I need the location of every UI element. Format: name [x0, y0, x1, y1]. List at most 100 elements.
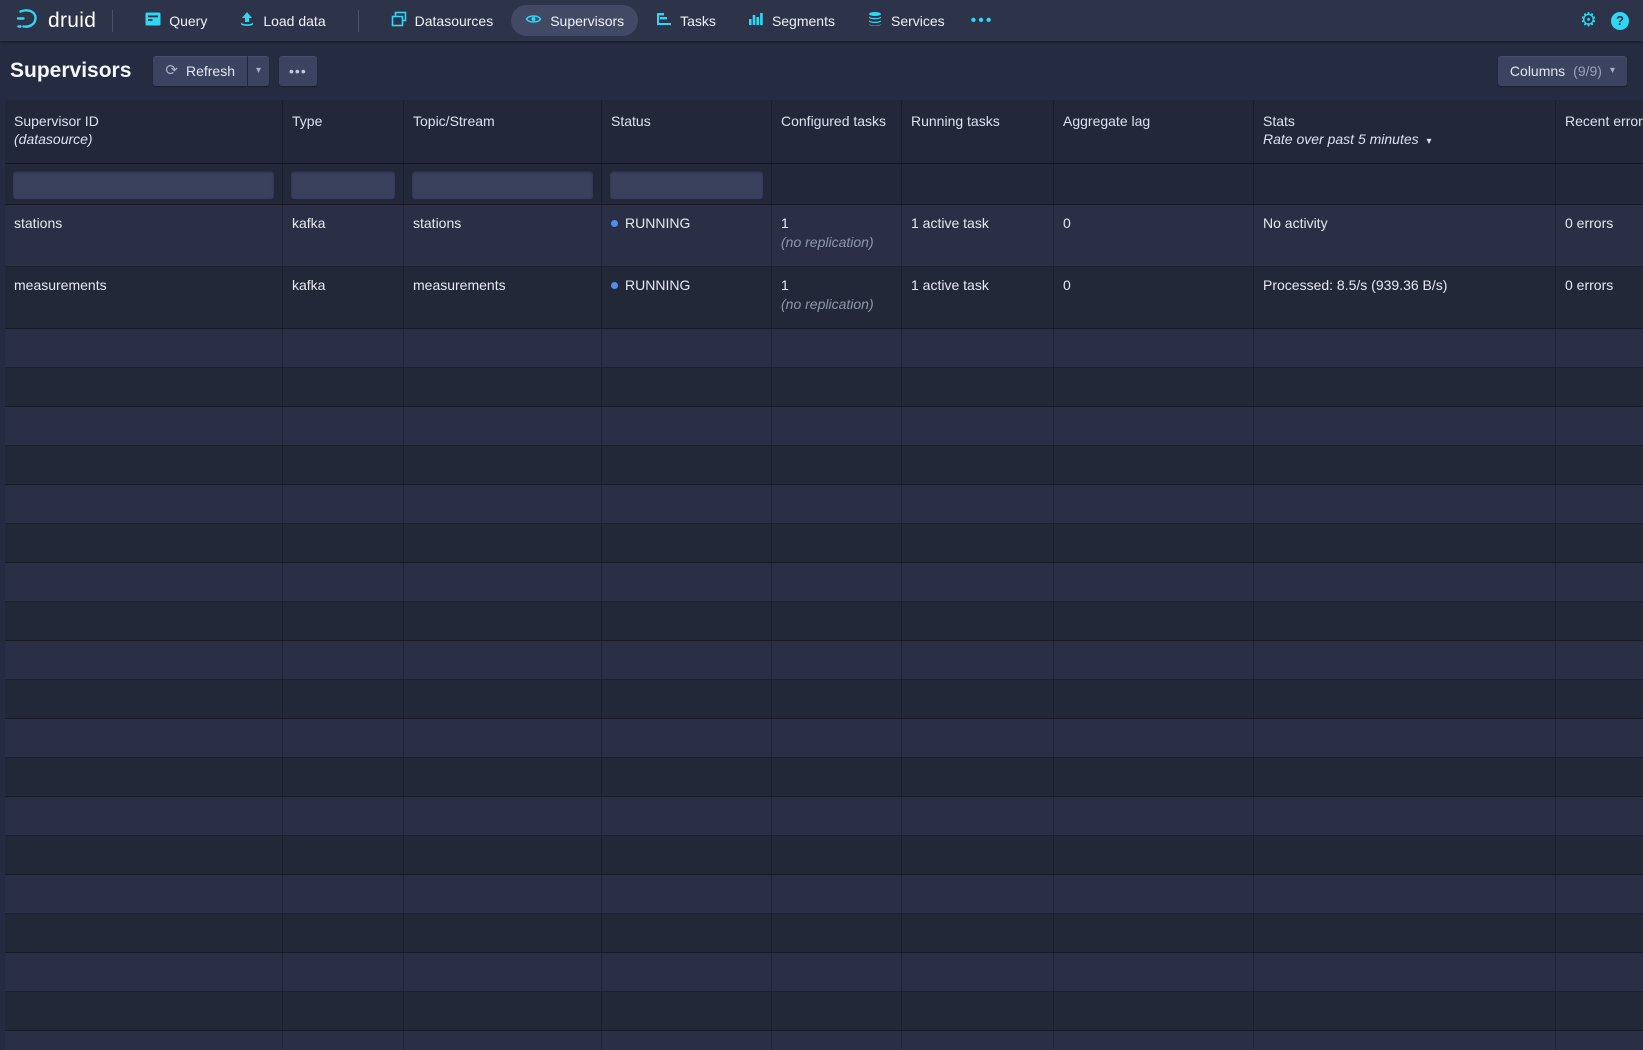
empty-cell — [1054, 836, 1254, 874]
nav-divider — [358, 10, 359, 32]
filter-cell — [1054, 164, 1254, 204]
druid-logo[interactable]: druid — [14, 6, 96, 35]
filter-cell — [1254, 164, 1556, 204]
stats-value: Processed: 8.5/s (939.36 B/s) — [1263, 277, 1447, 293]
empty-cell — [772, 914, 902, 952]
layers-icon — [391, 11, 407, 30]
table-row-measurements[interactable]: measurements kafka measurements RUNNING … — [5, 267, 1643, 329]
empty-cell — [283, 797, 404, 835]
cell-type: kafka — [283, 205, 404, 266]
more-actions-button[interactable]: ••• — [279, 56, 317, 86]
column-label: Type — [292, 113, 322, 129]
filter-input-supervisor-id[interactable] — [13, 171, 274, 199]
empty-cell — [772, 719, 902, 757]
table-row-stations[interactable]: stations kafka stations RUNNING 1(no rep… — [5, 205, 1643, 267]
empty-cell — [283, 914, 404, 952]
empty-cell — [5, 953, 283, 991]
nav-right: ⚙ ? — [1580, 11, 1629, 30]
empty-cell — [283, 680, 404, 718]
empty-cell — [404, 797, 602, 835]
table-row-empty — [5, 680, 1643, 719]
stats-rate-selector[interactable]: Rate over past 5 minutes ▾ — [1263, 130, 1546, 151]
column-header-status[interactable]: Status — [602, 100, 772, 163]
empty-cell — [602, 836, 772, 874]
nav-item-supervisors[interactable]: Supervisors — [511, 5, 638, 36]
nav-item-datasources[interactable]: Datasources — [377, 5, 508, 36]
empty-cell — [5, 797, 283, 835]
supervisor-id-value: stations — [14, 215, 62, 231]
empty-cell — [1556, 329, 1643, 367]
empty-cell — [5, 407, 283, 445]
empty-cell — [602, 992, 772, 1030]
empty-cell — [772, 563, 902, 601]
page-title: Supervisors — [10, 59, 131, 83]
filter-input-topic-stream[interactable] — [412, 171, 593, 199]
empty-cell — [283, 485, 404, 523]
empty-cell — [1254, 875, 1556, 913]
column-header-supervisor-id[interactable]: Supervisor ID (datasource) — [5, 100, 283, 163]
table-row-empty — [5, 329, 1643, 368]
column-header-aggregate-lag[interactable]: Aggregate lag — [1054, 100, 1254, 163]
table-row-empty — [5, 602, 1643, 641]
cell-topic-stream: stations — [404, 205, 602, 266]
nav-divider — [112, 10, 113, 32]
refresh-label: Refresh — [186, 63, 235, 79]
column-label: Running tasks — [911, 113, 1000, 129]
refresh-interval-dropdown[interactable]: ▾ — [248, 56, 269, 86]
empty-cell — [902, 992, 1054, 1030]
cell-supervisor-id[interactable]: measurements — [5, 267, 283, 328]
nav-item-segments[interactable]: Segments — [734, 5, 849, 36]
supervisor-id-value: measurements — [14, 277, 107, 293]
empty-cell — [602, 953, 772, 991]
columns-label: Columns — [1510, 63, 1565, 79]
columns-button[interactable]: Columns (9/9) ▾ — [1498, 56, 1627, 86]
empty-cell — [404, 953, 602, 991]
table-filter-row — [5, 164, 1643, 205]
empty-cell — [602, 1031, 772, 1050]
filter-cell — [602, 164, 772, 204]
help-icon[interactable]: ? — [1611, 12, 1629, 30]
empty-cell — [902, 368, 1054, 406]
chevron-down-icon: ▾ — [1427, 136, 1432, 147]
nav-more-button[interactable]: ••• — [961, 8, 1004, 34]
empty-cell — [1054, 875, 1254, 913]
empty-cell — [902, 836, 1054, 874]
table-row-empty — [5, 758, 1643, 797]
empty-cell — [772, 797, 902, 835]
empty-cell — [404, 563, 602, 601]
cell-topic-stream: measurements — [404, 267, 602, 328]
empty-cell — [1254, 485, 1556, 523]
column-header-topic-stream[interactable]: Topic/Stream — [404, 100, 602, 163]
bar-chart-icon — [748, 11, 764, 30]
column-header-stats[interactable]: Stats Rate over past 5 minutes ▾ — [1254, 100, 1556, 163]
column-header-type[interactable]: Type — [283, 100, 404, 163]
empty-cell — [283, 875, 404, 913]
filter-cell — [772, 164, 902, 204]
empty-cell — [1054, 407, 1254, 445]
column-header-recent-errors[interactable]: Recent errors — [1556, 100, 1643, 163]
gear-icon[interactable]: ⚙ — [1580, 11, 1597, 30]
aggregate-lag-value: 0 — [1063, 277, 1071, 293]
cell-supervisor-id[interactable]: stations — [5, 205, 283, 266]
empty-cell — [1254, 563, 1556, 601]
nav-item-tasks[interactable]: Tasks — [642, 5, 730, 36]
configured-tasks-value: 1 — [781, 215, 789, 231]
filter-input-status[interactable] — [610, 171, 763, 199]
empty-cell — [283, 368, 404, 406]
filter-input-type[interactable] — [291, 171, 395, 199]
nav-item-load-data[interactable]: Load data — [225, 5, 339, 36]
empty-cell — [1556, 641, 1643, 679]
column-header-running-tasks[interactable]: Running tasks — [902, 100, 1054, 163]
refresh-button[interactable]: ⟳ Refresh — [153, 56, 247, 86]
empty-cell — [5, 914, 283, 952]
empty-cell — [404, 992, 602, 1030]
column-header-configured-tasks[interactable]: Configured tasks — [772, 100, 902, 163]
empty-cell — [1556, 602, 1643, 640]
empty-cell — [602, 407, 772, 445]
type-value: kafka — [292, 277, 325, 293]
nav-item-services[interactable]: Services — [853, 5, 959, 36]
empty-cell — [404, 875, 602, 913]
status-dot-icon — [611, 220, 618, 227]
empty-cell — [1254, 992, 1556, 1030]
nav-item-query[interactable]: Query — [131, 5, 221, 36]
